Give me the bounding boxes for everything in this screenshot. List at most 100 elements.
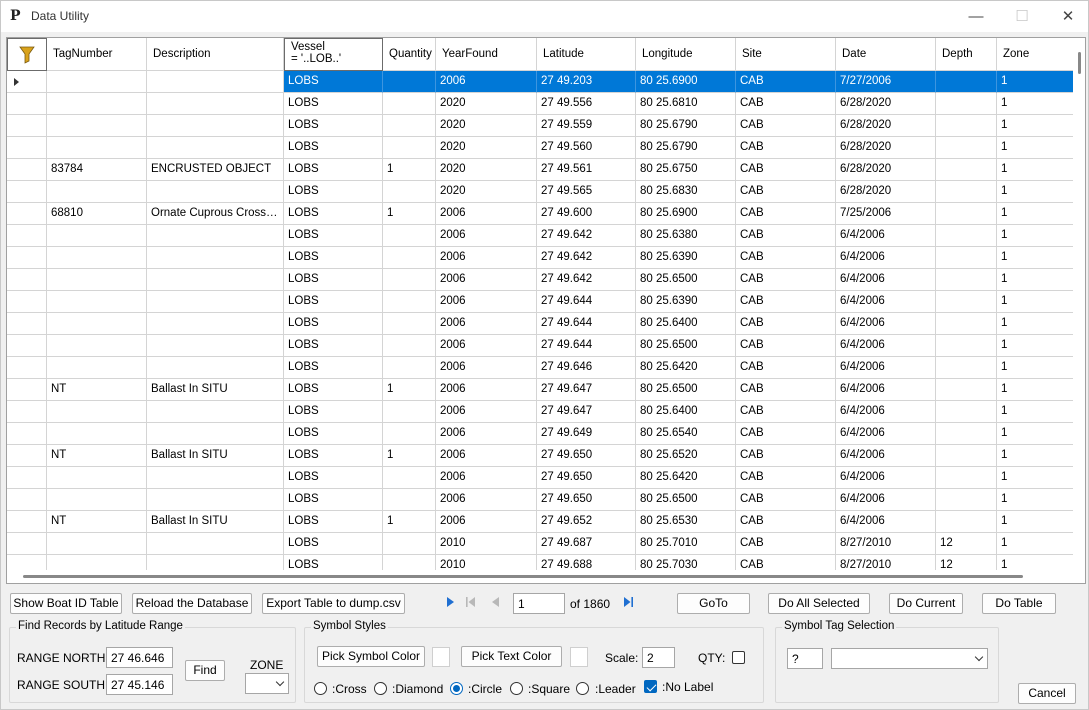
cell-depth[interactable] (936, 489, 997, 511)
close-button[interactable]: ✕ (1045, 1, 1089, 32)
minimize-button[interactable]: — (953, 1, 999, 32)
row-header[interactable] (7, 533, 47, 555)
cell-tag[interactable] (47, 93, 147, 115)
cell-lat[interactable]: 27 49.647 (537, 379, 636, 401)
next-record-icon[interactable] (443, 594, 457, 610)
cell-qty[interactable] (383, 357, 436, 379)
cell-zone[interactable]: 1 (997, 291, 1074, 313)
cell-vessel[interactable]: LOBS (284, 335, 383, 357)
cell-desc[interactable] (147, 335, 284, 357)
circle-radio[interactable] (450, 682, 463, 695)
cell-date[interactable]: 7/25/2006 (836, 203, 936, 225)
cell-depth[interactable] (936, 445, 997, 467)
column-header-qty[interactable]: Quantity (383, 38, 436, 71)
square-radio[interactable] (510, 682, 523, 695)
cell-site[interactable]: CAB (736, 357, 836, 379)
cell-date[interactable]: 6/28/2020 (836, 115, 936, 137)
cell-year[interactable]: 2006 (436, 511, 537, 533)
cell-zone[interactable]: 1 (997, 247, 1074, 269)
column-header-year[interactable]: YearFound (436, 38, 537, 71)
cell-year[interactable]: 2020 (436, 137, 537, 159)
row-header[interactable] (7, 489, 47, 511)
cell-vessel[interactable]: LOBS (284, 555, 383, 571)
cell-lat[interactable]: 27 49.644 (537, 335, 636, 357)
cell-lat[interactable]: 27 49.688 (537, 555, 636, 571)
cell-zone[interactable]: 1 (997, 467, 1074, 489)
row-header[interactable] (7, 247, 47, 269)
column-header-zone[interactable]: Zone (997, 38, 1074, 71)
cell-vessel[interactable]: LOBS (284, 291, 383, 313)
cell-year[interactable]: 2006 (436, 335, 537, 357)
cell-year[interactable]: 2006 (436, 445, 537, 467)
table-row[interactable]: LOBS 2020 27 49.560 80 25.6790 CAB 6/28/2020 1 (7, 137, 1074, 159)
table-row[interactable]: LOBS 2006 27 49.644 80 25.6500 CAB 6/4/2006 1 (7, 335, 1074, 357)
cell-tag[interactable]: 68810 (47, 203, 147, 225)
cell-vessel[interactable]: LOBS (284, 401, 383, 423)
cell-desc[interactable] (147, 71, 284, 93)
cell-qty[interactable]: 1 (383, 159, 436, 181)
row-header[interactable] (7, 423, 47, 445)
cell-year[interactable]: 2006 (436, 379, 537, 401)
cell-date[interactable]: 6/4/2006 (836, 511, 936, 533)
cell-tag[interactable] (47, 181, 147, 203)
cell-date[interactable]: 6/4/2006 (836, 489, 936, 511)
cell-qty[interactable] (383, 269, 436, 291)
cell-date[interactable]: 6/4/2006 (836, 423, 936, 445)
column-header-site[interactable]: Site (736, 38, 836, 71)
cell-qty[interactable] (383, 181, 436, 203)
cell-depth[interactable] (936, 225, 997, 247)
cell-vessel[interactable]: LOBS (284, 115, 383, 137)
cell-tag[interactable] (47, 489, 147, 511)
show-boat-id-table-button[interactable]: Show Boat ID Table (10, 593, 122, 614)
cell-site[interactable]: CAB (736, 489, 836, 511)
cell-zone[interactable]: 1 (997, 489, 1074, 511)
row-header[interactable] (7, 357, 47, 379)
cell-depth[interactable] (936, 137, 997, 159)
cell-site[interactable]: CAB (736, 533, 836, 555)
cell-lon[interactable]: 80 25.6830 (636, 181, 736, 203)
cell-depth[interactable] (936, 159, 997, 181)
cell-lon[interactable]: 80 25.6540 (636, 423, 736, 445)
cell-date[interactable]: 6/28/2020 (836, 93, 936, 115)
cell-lon[interactable]: 80 25.7030 (636, 555, 736, 571)
cell-qty[interactable]: 1 (383, 379, 436, 401)
cell-zone[interactable]: 1 (997, 357, 1074, 379)
cell-vessel[interactable]: LOBS (284, 225, 383, 247)
row-header[interactable] (7, 115, 47, 137)
cell-vessel[interactable]: LOBS (284, 445, 383, 467)
row-header[interactable] (7, 181, 47, 203)
cell-site[interactable]: CAB (736, 269, 836, 291)
cell-year[interactable]: 2020 (436, 93, 537, 115)
qty-checkbox[interactable] (732, 651, 745, 664)
cell-date[interactable]: 6/28/2020 (836, 159, 936, 181)
cell-lat[interactable]: 27 49.642 (537, 269, 636, 291)
column-header-tag[interactable]: TagNumber (47, 38, 147, 71)
row-header[interactable] (7, 71, 47, 93)
cell-zone[interactable]: 1 (997, 115, 1074, 137)
cell-year[interactable]: 2006 (436, 203, 537, 225)
cell-desc[interactable] (147, 467, 284, 489)
row-header[interactable] (7, 379, 47, 401)
cell-depth[interactable] (936, 335, 997, 357)
cell-desc[interactable] (147, 137, 284, 159)
cell-qty[interactable] (383, 115, 436, 137)
cell-desc[interactable] (147, 181, 284, 203)
cell-lon[interactable]: 80 25.6500 (636, 269, 736, 291)
cell-zone[interactable]: 1 (997, 203, 1074, 225)
cell-vessel[interactable]: LOBS (284, 467, 383, 489)
cell-depth[interactable] (936, 467, 997, 489)
cell-zone[interactable]: 1 (997, 225, 1074, 247)
row-header[interactable] (7, 137, 47, 159)
cell-lat[interactable]: 27 49.650 (537, 467, 636, 489)
table-row[interactable]: LOBS 2006 27 49.647 80 25.6400 CAB 6/4/2006 1 (7, 401, 1074, 423)
cell-desc[interactable] (147, 291, 284, 313)
cell-lon[interactable]: 80 25.6380 (636, 225, 736, 247)
cell-zone[interactable]: 1 (997, 511, 1074, 533)
cell-site[interactable]: CAB (736, 71, 836, 93)
row-header[interactable] (7, 159, 47, 181)
cell-site[interactable]: CAB (736, 159, 836, 181)
cell-lon[interactable]: 80 25.6900 (636, 203, 736, 225)
cell-vessel[interactable]: LOBS (284, 357, 383, 379)
table-row[interactable]: LOBS 2006 27 49.646 80 25.6420 CAB 6/4/2006 1 (7, 357, 1074, 379)
cell-tag[interactable] (47, 247, 147, 269)
